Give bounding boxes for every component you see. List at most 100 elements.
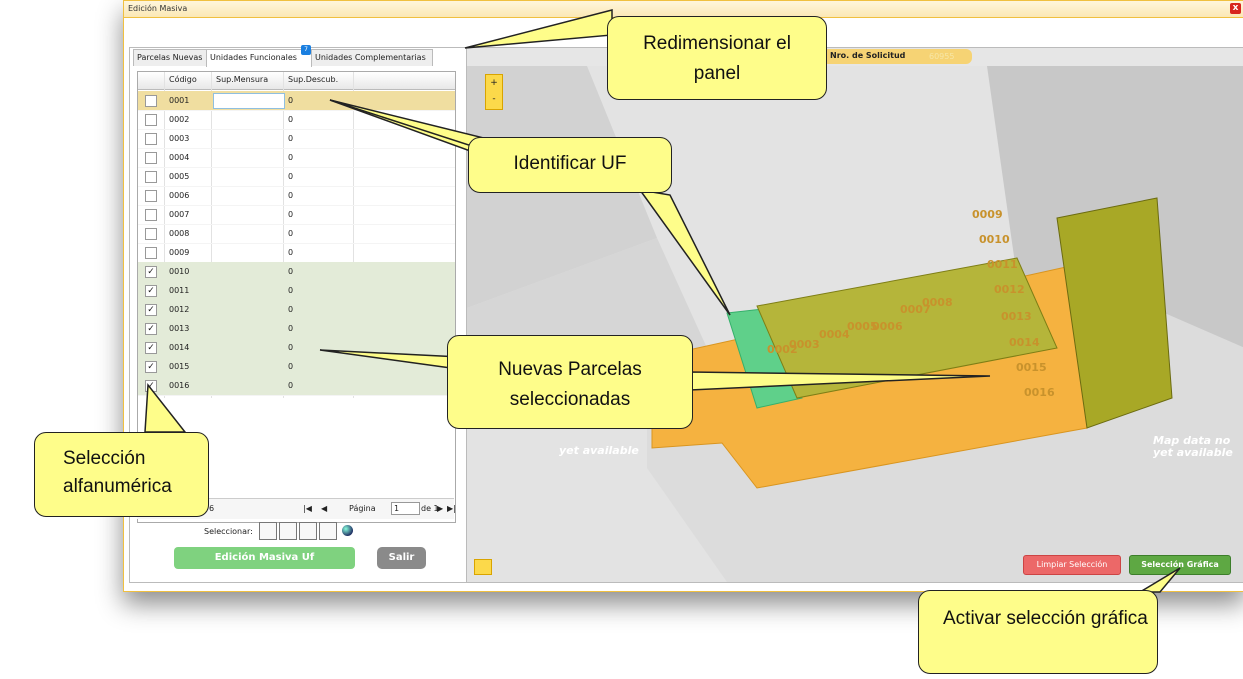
callout-seleccion-alfanumerica: Selección alfanumérica: [34, 432, 209, 517]
table-row[interactable]: ✓ 0011 0: [138, 281, 455, 301]
sup-mensura-input[interactable]: [213, 93, 285, 109]
table-row[interactable]: ✓ 0014 0: [138, 338, 455, 358]
parcel-label: 0014: [1009, 336, 1040, 349]
select-range-icon[interactable]: [299, 522, 317, 540]
parcel-label: 0011: [987, 258, 1018, 271]
row-checkbox[interactable]: ✓: [145, 266, 157, 278]
table-row[interactable]: 0003 0: [138, 129, 455, 149]
cell-sup-descub: 0: [288, 267, 294, 276]
window-title: Edición Masiva: [128, 4, 188, 13]
select-all-icon[interactable]: [259, 522, 277, 540]
row-checkbox[interactable]: [145, 133, 157, 145]
callout-identificar-uf: Identificar UF: [468, 137, 672, 193]
table-row[interactable]: 0007 0: [138, 205, 455, 225]
select-none-icon[interactable]: [279, 522, 297, 540]
page-input[interactable]: 1: [391, 502, 420, 515]
first-page-icon[interactable]: |◀: [303, 504, 312, 513]
tab-parcelas-nuevas[interactable]: Parcelas Nuevas: [133, 49, 207, 66]
cell-sup-descub: 0: [288, 324, 294, 333]
cell-codigo: 0004: [169, 153, 190, 162]
tab-label: Parcelas Nuevas: [137, 53, 203, 62]
row-checkbox[interactable]: ✓: [145, 361, 157, 373]
row-checkbox[interactable]: [145, 228, 157, 240]
table-row[interactable]: ✓ 0016 0: [138, 376, 455, 396]
callout-activar-seleccion: Activar selección gráfica: [918, 590, 1158, 674]
solicitud-badge: Nro. de Solicitud 60955: [822, 49, 972, 64]
cell-sup-descub: 0: [288, 362, 294, 371]
cell-sup-descub: 0: [288, 172, 294, 181]
row-checkbox[interactable]: ✓: [145, 304, 157, 316]
row-checkbox[interactable]: [145, 95, 157, 107]
map-layer-icon[interactable]: [474, 559, 492, 575]
limpiar-seleccion-button[interactable]: Limpiar Selección: [1023, 555, 1121, 575]
cell-codigo: 0006: [169, 191, 190, 200]
parcel-label: 0004: [819, 328, 850, 341]
table-row[interactable]: ✓ 0015 0: [138, 357, 455, 377]
select-invert-icon[interactable]: [319, 522, 337, 540]
zoom-out-button[interactable]: -: [486, 91, 502, 107]
table-row[interactable]: 0005 0: [138, 167, 455, 187]
table-row[interactable]: ✓ 0012 0: [138, 300, 455, 320]
row-checkbox[interactable]: [145, 190, 157, 202]
tab-badge: 7: [301, 45, 311, 55]
table-row[interactable]: ✓ 0010 0: [138, 262, 455, 282]
table-row[interactable]: ✓ 0013 0: [138, 319, 455, 339]
header-sup-descub[interactable]: Sup.Descub.: [288, 75, 338, 84]
map-canvas[interactable]: 0009001000110012001300140015001600080007…: [467, 48, 1243, 582]
record-count: 6: [209, 504, 215, 513]
map-panel[interactable]: 0009 0010 0011 0012 0013 0014 0015 0016 0008 0007…: [466, 47, 1243, 583]
table-row[interactable]: 0002 0: [138, 110, 455, 130]
cell-sup-descub: 0: [288, 153, 294, 162]
row-checkbox[interactable]: [145, 114, 157, 126]
cell-codigo: 0015: [169, 362, 190, 371]
parcel-label: 0007: [900, 303, 931, 316]
row-checkbox[interactable]: [145, 152, 157, 164]
seleccion-grafica-button[interactable]: Selección Gráfica: [1129, 555, 1231, 575]
row-checkbox[interactable]: ✓: [145, 380, 157, 392]
cell-codigo: 0016: [169, 381, 190, 390]
prev-page-icon[interactable]: ◀: [321, 504, 327, 513]
zoom-in-button[interactable]: +: [486, 75, 502, 91]
cell-codigo: 0005: [169, 172, 190, 181]
edicion-masiva-uf-button[interactable]: Edición Masiva Uf: [174, 547, 355, 569]
parcel-label: 0005: [847, 320, 878, 333]
table-row[interactable]: 0004 0: [138, 148, 455, 168]
cell-sup-descub: 0: [288, 286, 294, 295]
row-checkbox[interactable]: ✓: [145, 342, 157, 354]
cell-codigo: 0009: [169, 248, 190, 257]
row-checkbox[interactable]: ✓: [145, 323, 157, 335]
cell-sup-descub: 0: [288, 248, 294, 257]
last-page-icon[interactable]: ▶|: [447, 504, 456, 513]
cell-codigo: 0010: [169, 267, 190, 276]
cell-codigo: 0012: [169, 305, 190, 314]
callout-redimensionar: Redimensionar el panel: [607, 16, 827, 100]
cell-sup-descub: 0: [288, 305, 294, 314]
table-row[interactable]: 0008 0: [138, 224, 455, 244]
parcel-label: 0002: [767, 343, 798, 356]
cell-codigo: 0014: [169, 343, 190, 352]
parcel-label: 0012: [994, 283, 1025, 296]
header-codigo[interactable]: Código: [169, 75, 197, 84]
cell-codigo: 0001: [169, 96, 190, 105]
page-total: de 1: [421, 504, 439, 513]
close-icon[interactable]: x: [1230, 3, 1241, 14]
header-sup-mensura[interactable]: Sup.Mensura: [216, 75, 268, 84]
parcel-label: 0016: [1024, 386, 1055, 399]
table-row[interactable]: 0001 0: [138, 91, 455, 111]
solicitud-value: 60955: [929, 52, 955, 61]
globe-icon[interactable]: [342, 525, 353, 536]
table-row[interactable]: 0009 0: [138, 243, 455, 263]
cell-codigo: 0013: [169, 324, 190, 333]
map-watermark-left: yet available: [559, 444, 639, 457]
tab-unidades-complementarias[interactable]: Unidades Complementarias: [311, 49, 433, 66]
tab-unidades-funcionales[interactable]: Unidades Funcionales: [206, 49, 312, 67]
row-checkbox[interactable]: ✓: [145, 285, 157, 297]
row-checkbox[interactable]: [145, 247, 157, 259]
salir-button[interactable]: Salir: [377, 547, 426, 569]
parcel-label: 0010: [979, 233, 1010, 246]
tab-label: Unidades Funcionales: [210, 53, 297, 62]
row-checkbox[interactable]: [145, 209, 157, 221]
next-page-icon[interactable]: ▶: [437, 504, 443, 513]
row-checkbox[interactable]: [145, 171, 157, 183]
table-row[interactable]: 0006 0: [138, 186, 455, 206]
